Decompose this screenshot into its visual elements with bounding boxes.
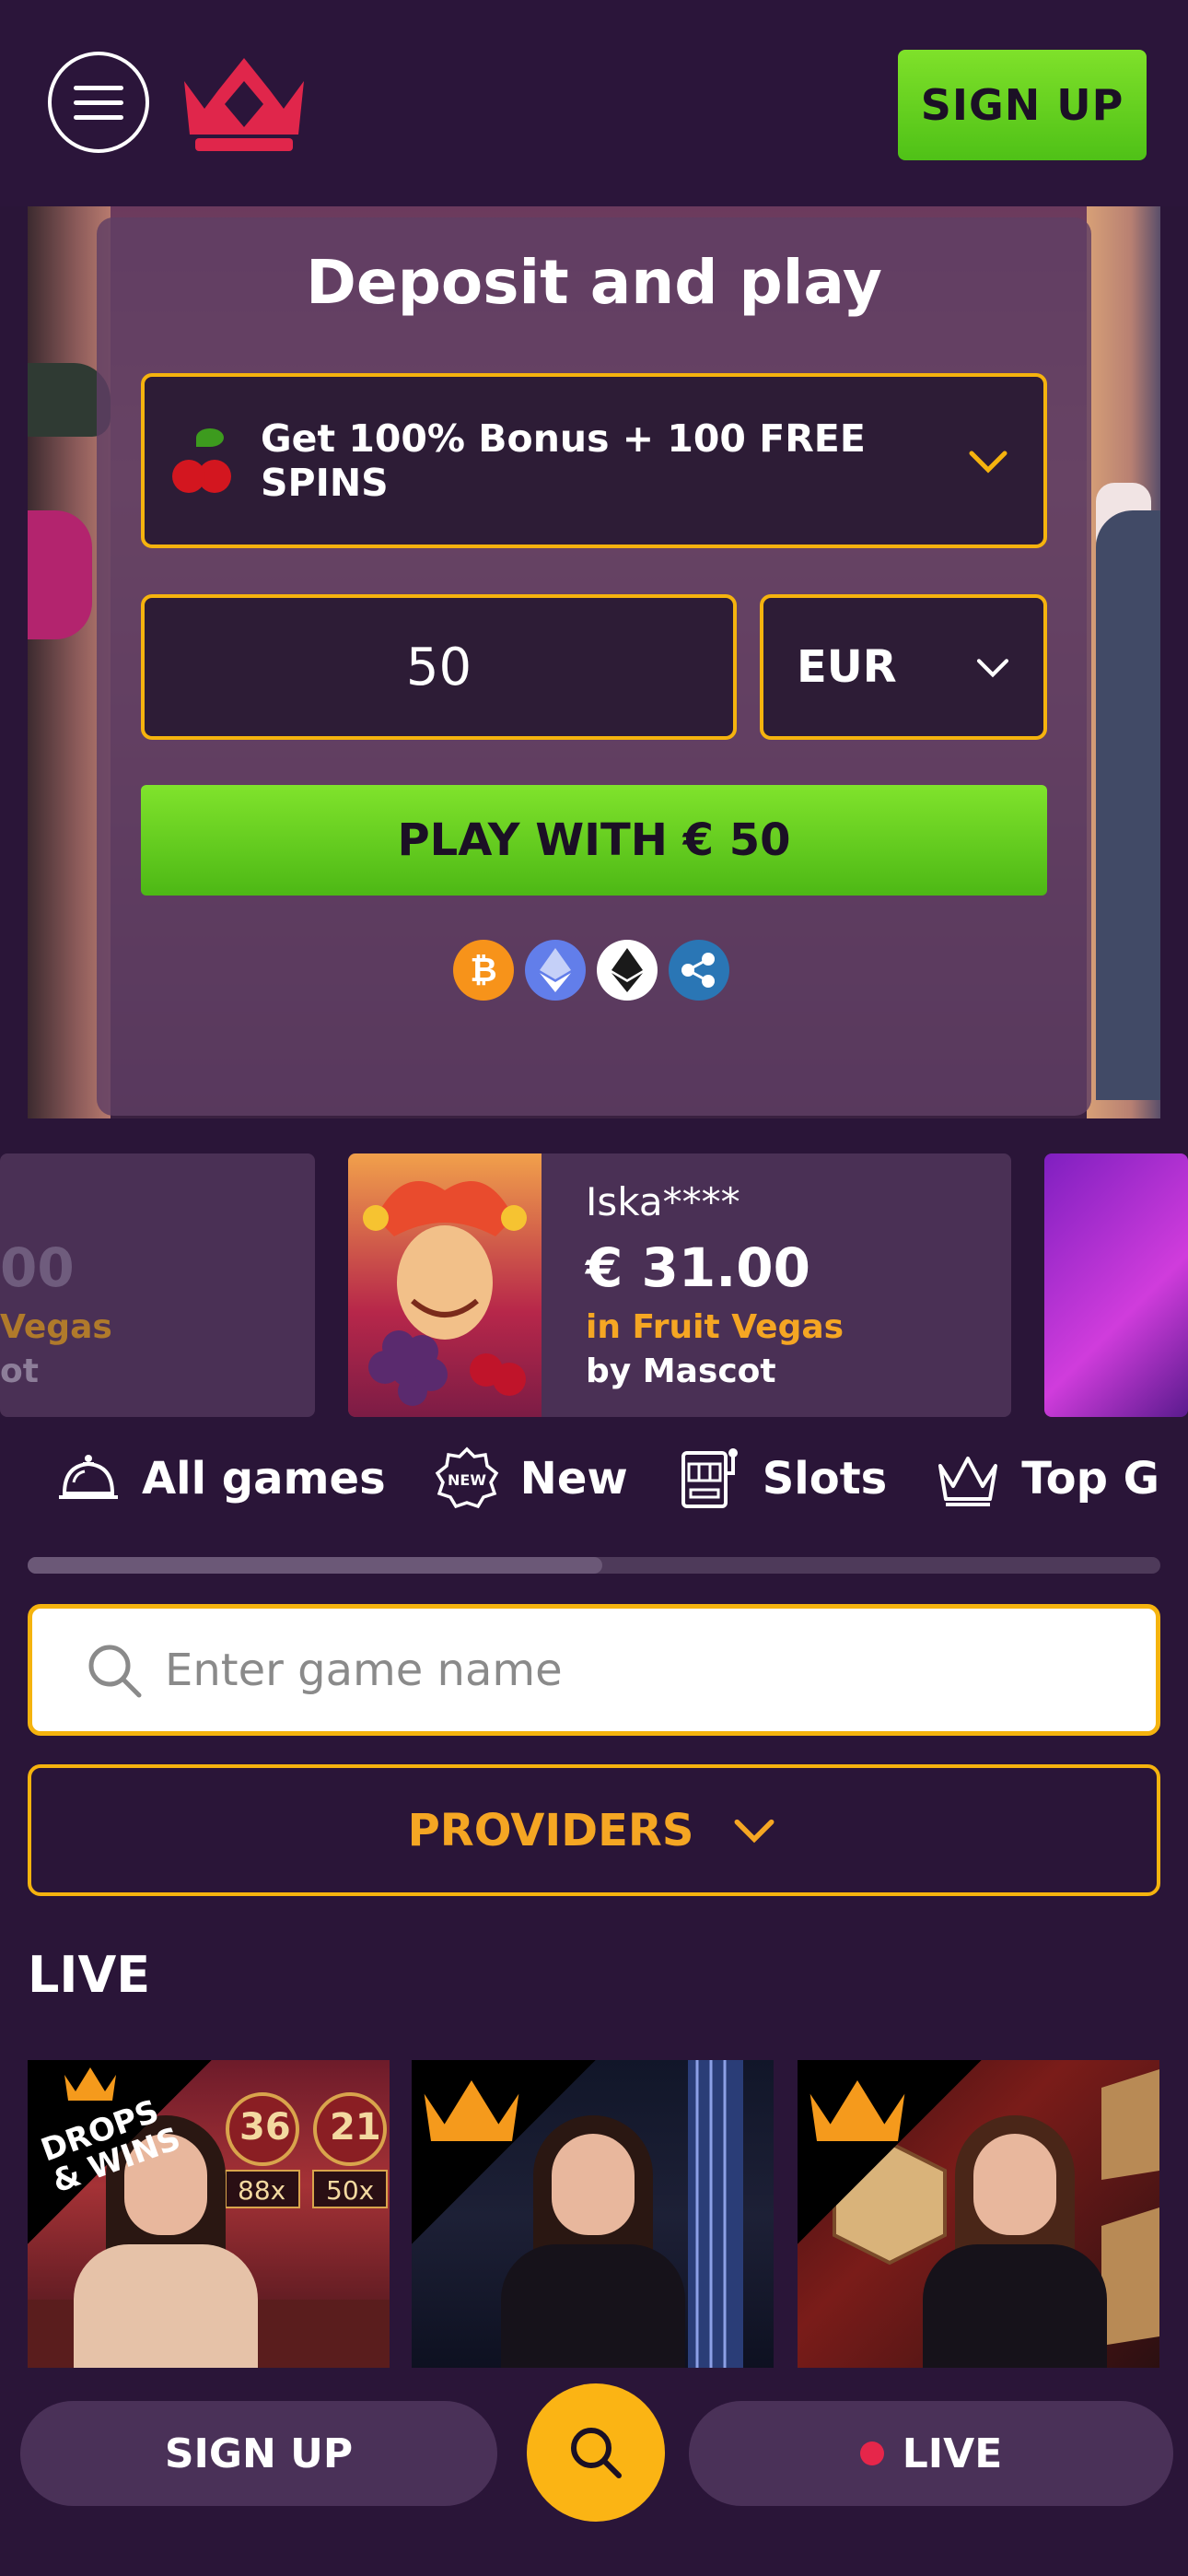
game-search[interactable] (28, 1604, 1160, 1736)
crown-logo-icon[interactable] (177, 53, 311, 153)
providers-dropdown[interactable]: PROVIDERS (28, 1764, 1160, 1896)
currency-select[interactable]: EUR (760, 594, 1047, 740)
category-top[interactable]: Top G (935, 1446, 1159, 1512)
bonus-label: Get 100% Bonus + 100 FREE SPINS (261, 416, 866, 505)
category-slots[interactable]: Slots (676, 1446, 888, 1512)
category-label: All games (142, 1453, 386, 1505)
signup-bottom-button[interactable]: SIGN UP (20, 2401, 497, 2506)
winner-provider: ot (0, 1352, 39, 1390)
live-game-card[interactable] (798, 2060, 1159, 2373)
bitcoin-icon: ₿ (453, 940, 514, 1001)
winner-amount: 00 (0, 1236, 75, 1299)
providers-label: PROVIDERS (407, 1804, 694, 1856)
ethereum-classic-icon (597, 940, 658, 1001)
category-label: Slots (762, 1453, 888, 1505)
winner-game: Vegas (0, 1308, 112, 1346)
play-button[interactable]: PLAY WITH € 50 (141, 785, 1047, 896)
currency-label: EUR (797, 641, 897, 693)
menu-line (74, 100, 123, 105)
live-game-card[interactable]: 36 21 88x 50x DROPS & WINS (28, 2060, 390, 2373)
game-thumbnail (348, 1153, 542, 1417)
slot-machine-icon (681, 1448, 738, 1508)
hero-character-right (1087, 206, 1160, 1118)
category-all-games[interactable]: All games (55, 1446, 386, 1512)
scarf-shape (28, 510, 92, 639)
amount-input[interactable]: 50 (141, 594, 737, 740)
winner-card[interactable] (1044, 1153, 1188, 1417)
winner-game: in Fruit Vegas (586, 1308, 844, 1346)
deposit-title: Deposit and play (306, 247, 882, 318)
chevron-down-icon (969, 451, 1007, 474)
search-icon (571, 2428, 622, 2478)
crown-icon (424, 2080, 519, 2141)
category-scrollbar-thumb[interactable] (28, 1557, 602, 1574)
category-nav: All games NEW New Slots Top G (55, 1442, 1159, 1516)
search-input[interactable] (165, 1644, 1086, 1696)
signup-button[interactable]: SIGN UP (898, 50, 1147, 160)
crown-icon (64, 2067, 116, 2101)
menu-line (74, 114, 123, 120)
body-shape (1096, 510, 1160, 1100)
winner-card[interactable]: Iska**** € 31.00 in Fruit Vegas by Masco… (348, 1153, 1011, 1417)
live-game-card[interactable] (412, 2060, 774, 2373)
search-button[interactable] (527, 2383, 665, 2522)
live-label: LIVE (902, 2430, 1003, 2477)
chevron-down-icon (734, 1819, 775, 1843)
winner-name: Iska**** (586, 1179, 740, 1224)
winner-amount: € 31.00 (586, 1236, 811, 1299)
new-badge-icon: NEW (435, 1446, 498, 1509)
menu-line (74, 85, 123, 90)
cherry-icon (172, 428, 237, 493)
multiplier-label: 50x (326, 2175, 375, 2206)
ethereum-icon (525, 940, 586, 1001)
ripple-icon (669, 940, 729, 1001)
winner-provider: by Mascot (586, 1352, 776, 1390)
top-header: SIGN UP (0, 0, 1188, 206)
winner-card[interactable]: 00 Vegas ot (0, 1153, 315, 1417)
svg-text:NEW: NEW (448, 1471, 486, 1489)
crown-icon (938, 1457, 998, 1506)
bonus-select[interactable]: Get 100% Bonus + 100 FREE SPINS (141, 373, 1047, 548)
bell-icon (59, 1455, 118, 1499)
crypto-icons: ₿ (453, 940, 729, 1001)
live-button[interactable]: LIVE (689, 2401, 1173, 2506)
live-dot-icon (859, 2441, 884, 2465)
category-label: Top G (1021, 1453, 1160, 1505)
search-icon (88, 1645, 142, 1697)
chevron-down-icon (976, 659, 1009, 678)
category-new[interactable]: NEW New (434, 1446, 628, 1512)
category-label: New (519, 1453, 628, 1505)
live-section-title: LIVE (28, 1946, 151, 2004)
menu-button[interactable] (48, 52, 149, 153)
roulette-number: 21 (330, 2106, 381, 2149)
crown-icon (809, 2080, 905, 2141)
